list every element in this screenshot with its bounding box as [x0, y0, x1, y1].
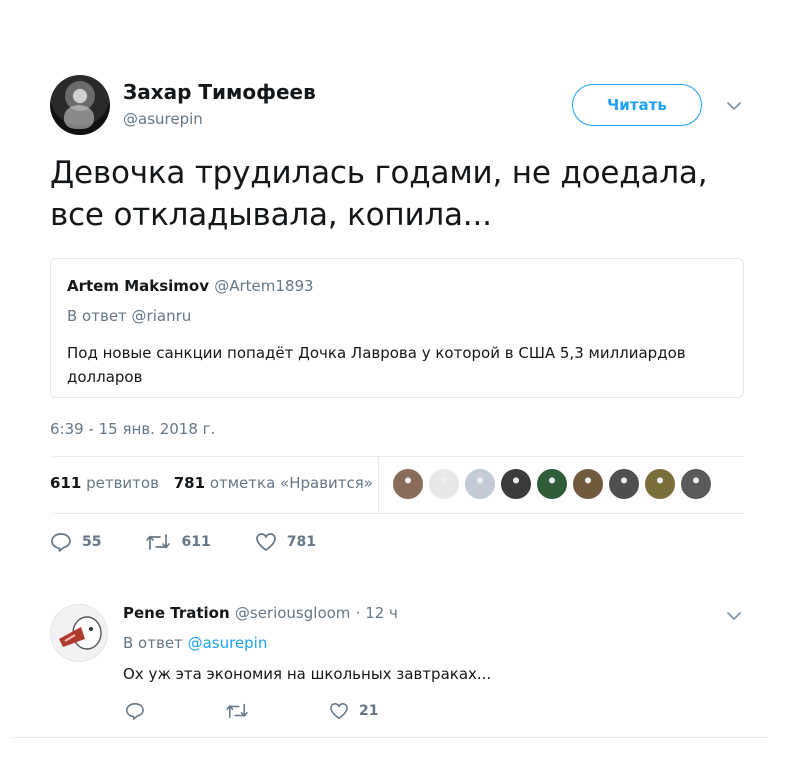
liker-avatar[interactable]	[500, 468, 532, 500]
follow-button[interactable]: Читать	[572, 84, 702, 126]
author-avatar[interactable]	[50, 75, 110, 135]
reply-action[interactable]: 55	[50, 532, 101, 552]
reply-to-link[interactable]: @asurepin	[188, 634, 268, 652]
retweets-stat-count: 611	[50, 474, 82, 492]
reply-author-name[interactable]: Pene Tration	[123, 604, 230, 622]
retweet-action[interactable]: 611	[145, 532, 211, 552]
author-name[interactable]: Захар Тимофеев	[123, 80, 316, 104]
quoted-author: Artem Maksimov @Artem1893	[67, 277, 314, 295]
liker-avatar[interactable]	[680, 468, 712, 500]
divider	[12, 737, 768, 738]
divider	[50, 456, 744, 457]
quoted-text: Под новые санкции попадёт Дочка Лаврова …	[67, 344, 686, 386]
tweet-stats: 611 ретвитов 781 отметка «Нравится»	[50, 474, 373, 492]
retweets-stat-label: ретвитов	[86, 474, 159, 492]
reply-like-action[interactable]: 21	[329, 702, 378, 720]
stats-divider	[378, 456, 379, 512]
reply-to-line: В ответ @asurepin	[123, 634, 267, 652]
likes-stat-count: 781	[173, 474, 206, 492]
quoted-tweet[interactable]: Artem Maksimov @Artem1893 В ответ @rianr…	[50, 258, 744, 398]
reply-reply-action[interactable]	[125, 702, 155, 720]
tweet-text: Девочка трудилась годами, не доедала, вс…	[50, 155, 708, 233]
reply-author-handle[interactable]: @seriousgloom	[235, 604, 351, 622]
reply-text: Ох уж эта экономия на школьных завтраках…	[123, 665, 492, 683]
retweets-stat[interactable]: 611 ретвитов	[50, 474, 159, 492]
reply-retweet-action[interactable]	[225, 702, 259, 720]
liker-avatar[interactable]	[644, 468, 676, 500]
liker-avatar[interactable]	[392, 468, 424, 500]
tweet-timestamp[interactable]: 6:39 - 15 янв. 2018 г.	[50, 420, 215, 438]
divider	[50, 513, 744, 514]
tweet-actions: 55 611 781	[50, 532, 360, 552]
liker-avatar[interactable]	[428, 468, 460, 500]
reply-count: 55	[82, 534, 102, 550]
liker-avatar[interactable]	[464, 468, 496, 500]
avatar-illustration	[59, 616, 102, 650]
liker-avatar[interactable]	[608, 468, 640, 500]
like-count: 781	[286, 534, 316, 550]
retweet-icon	[146, 534, 171, 550]
chevron-down-icon[interactable]	[724, 606, 744, 626]
heart-icon	[330, 703, 348, 719]
reply-to-prefix: В ответ	[123, 634, 183, 652]
reply-like-count: 21	[359, 703, 379, 719]
retweet-count: 611	[181, 534, 211, 550]
like-action[interactable]: 781	[255, 532, 316, 552]
reply-author-avatar[interactable]	[50, 604, 108, 662]
chevron-down-icon[interactable]	[724, 96, 744, 116]
likes-stat-label: отметка «Нравится»	[209, 474, 373, 492]
quoted-author-handle: @Artem1893	[214, 277, 314, 295]
reply-icon	[126, 703, 144, 720]
likes-stat[interactable]: 781 отметка «Нравится»	[174, 474, 373, 492]
author-handle[interactable]: @asurepin	[123, 110, 203, 128]
liker-avatar[interactable]	[536, 468, 568, 500]
quoted-author-name: Artem Maksimov	[67, 277, 210, 295]
reply-time[interactable]: · 12 ч	[356, 604, 398, 622]
reply-actions: 21	[125, 702, 378, 720]
likers-avatars	[392, 468, 712, 500]
reply-author: Pene Tration @seriousgloom · 12 ч	[123, 604, 398, 622]
heart-icon	[255, 533, 276, 551]
liker-avatar[interactable]	[572, 468, 604, 500]
retweet-icon	[226, 703, 248, 719]
reply-icon	[51, 533, 71, 552]
quoted-reply-to: В ответ @rianru	[67, 307, 192, 325]
